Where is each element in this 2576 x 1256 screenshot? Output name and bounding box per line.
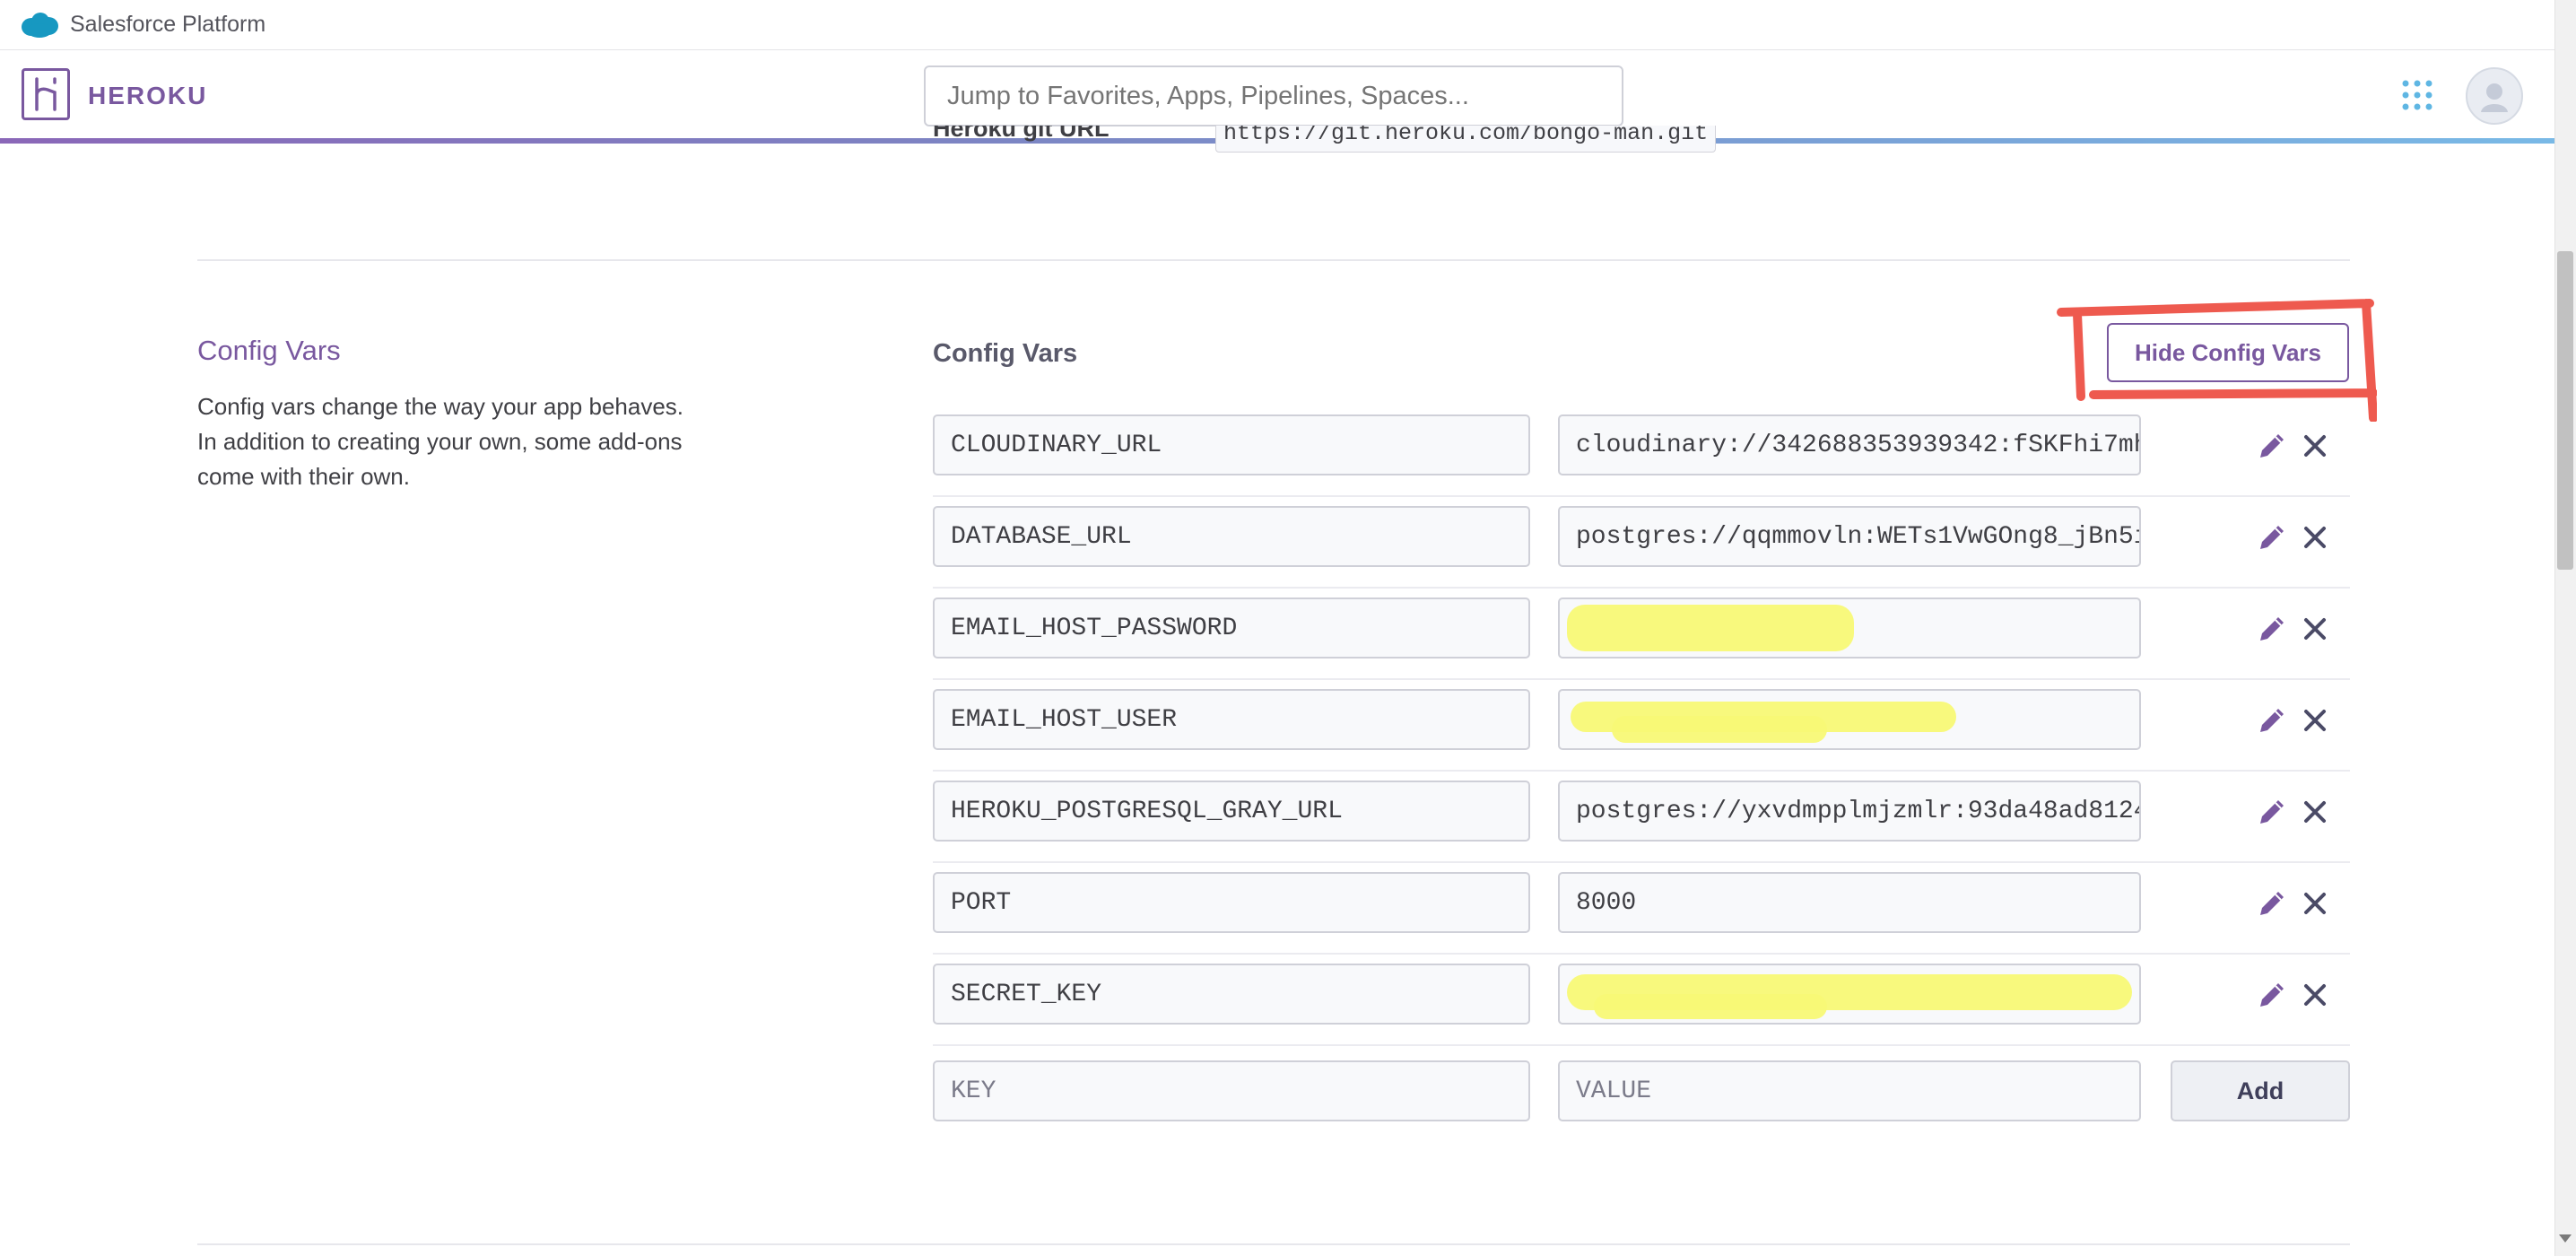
redaction-highlight — [1612, 716, 1827, 743]
heroku-wordmark[interactable]: HEROKU — [88, 82, 207, 110]
edit-pencil-icon[interactable] — [2257, 797, 2287, 827]
apps-grid-icon[interactable] — [2401, 79, 2433, 111]
scrollbar-thumb[interactable] — [2557, 251, 2573, 570]
bottom-divider — [197, 1243, 2350, 1245]
delete-x-icon[interactable] — [2302, 615, 2328, 642]
config-var-key-field[interactable]: CLOUDINARY_URL — [933, 414, 1530, 475]
config-var-key-field[interactable]: DATABASE_URL — [933, 506, 1530, 567]
delete-x-icon[interactable] — [2302, 981, 2328, 1008]
config-var-key-field[interactable]: SECRET_KEY — [933, 964, 1530, 1025]
config-vars-description: Config vars change the way your app beha… — [197, 393, 684, 490]
config-var-row: EMAIL_HOST_PASSWORD — [933, 589, 2350, 680]
salesforce-bar: Salesforce Platform — [0, 0, 2576, 50]
new-value-input[interactable] — [1558, 1060, 2141, 1121]
edit-pencil-icon[interactable] — [2257, 705, 2287, 736]
config-var-key-field[interactable]: EMAIL_HOST_PASSWORD — [933, 597, 1530, 659]
edit-pencil-icon[interactable] — [2257, 431, 2287, 461]
config-var-value-field[interactable]: postgres://yxvdmpplmjzmlr:93da48ad8124 — [1558, 781, 2141, 842]
section-divider — [197, 259, 2350, 261]
heroku-logo-icon[interactable] — [22, 68, 70, 120]
config-var-row: CLOUDINARY_URL cloudinary://3426883539393… — [933, 406, 2350, 497]
config-var-row: EMAIL_HOST_USER — [933, 680, 2350, 772]
new-key-input[interactable] — [933, 1060, 1530, 1121]
salesforce-platform-title: Salesforce Platform — [70, 12, 266, 37]
git-url-value[interactable]: https://git.heroku.com/bongo-man.git — [1215, 126, 1717, 153]
config-var-value-field[interactable]: 8000 — [1558, 872, 2141, 933]
salesforce-cloud-icon — [22, 12, 58, 38]
scroll-down-arrow-icon[interactable] — [2559, 1234, 2572, 1243]
edit-pencil-icon[interactable] — [2257, 614, 2287, 644]
config-var-row: DATABASE_URL postgres://qqmmovln:WETs1VwG… — [933, 497, 2350, 589]
redaction-highlight — [1594, 994, 1827, 1019]
config-var-row: PORT 8000 — [933, 863, 2350, 955]
redaction-highlight — [1567, 605, 1854, 651]
config-var-value-field[interactable]: cloudinary://342688353939342:fSKFhi7mh — [1558, 414, 2141, 475]
git-url-row: Heroku git URL https://git.heroku.com/bo… — [933, 126, 1740, 161]
delete-x-icon[interactable] — [2302, 707, 2328, 734]
add-config-var-button[interactable]: Add — [2171, 1060, 2350, 1121]
config-var-row: SECRET_KEY — [933, 955, 2350, 1046]
config-var-key-field[interactable]: EMAIL_HOST_USER — [933, 689, 1530, 750]
delete-x-icon[interactable] — [2302, 524, 2328, 551]
config-var-key-field[interactable]: PORT — [933, 872, 1530, 933]
user-avatar-icon[interactable] — [2466, 67, 2523, 125]
config-var-key-field[interactable]: HEROKU_POSTGRESQL_GRAY_URL — [933, 781, 1530, 842]
edit-pencil-icon[interactable] — [2257, 522, 2287, 553]
delete-x-icon[interactable] — [2302, 890, 2328, 917]
delete-x-icon[interactable] — [2302, 432, 2328, 459]
config-var-value-field[interactable]: postgres://qqmmovln:WETs1VwGOng8_jBn5i — [1558, 506, 2141, 567]
git-url-label: Heroku git URL — [933, 126, 1110, 142]
config-var-row: HEROKU_POSTGRESQL_GRAY_URL postgres://yxv… — [933, 772, 2350, 863]
config-vars-section-title: Config Vars — [197, 335, 341, 366]
new-config-var-row: Add — [933, 1060, 2350, 1132]
edit-pencil-icon[interactable] — [2257, 888, 2287, 919]
search-input[interactable] — [924, 65, 1623, 126]
red-highlight-annotation — [2057, 299, 2377, 422]
edit-pencil-icon[interactable] — [2257, 980, 2287, 1010]
delete-x-icon[interactable] — [2302, 798, 2328, 825]
config-vars-panel-title: Config Vars — [933, 339, 1078, 368]
scrollbar-track[interactable] — [2554, 0, 2576, 1256]
